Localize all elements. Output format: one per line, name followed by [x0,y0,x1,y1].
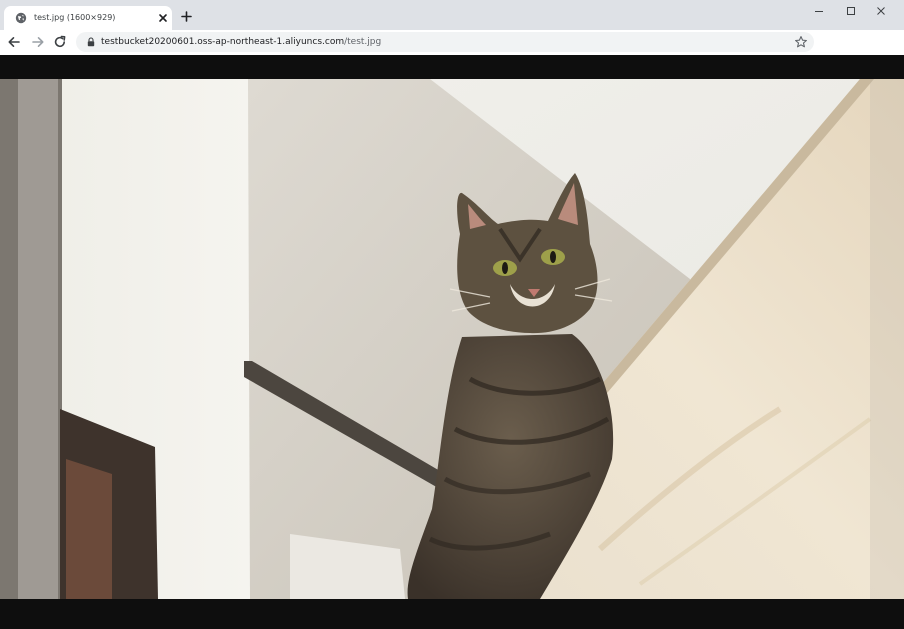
lock-icon[interactable] [87,37,95,47]
tab-strip: test.jpg (1600×929) [0,0,904,30]
browser-chrome: test.jpg (1600×929) testbucket20200601.o… [0,0,904,56]
arrow-left-icon[interactable] [7,35,21,49]
address-bar[interactable]: testbucket20200601.oss-ap-northeast-1.al… [76,32,814,52]
displayed-image[interactable] [0,79,904,599]
browser-tab[interactable]: test.jpg (1600×929) [4,6,172,30]
minimize-icon[interactable] [811,3,827,19]
door-panel [66,459,112,599]
plus-icon[interactable] [180,10,193,23]
arrow-right-icon[interactable] [31,35,45,49]
url-text[interactable]: testbucket20200601.oss-ap-northeast-1.al… [101,36,381,48]
reload-icon[interactable] [53,35,67,49]
star-icon[interactable] [794,35,808,49]
close-icon[interactable] [873,3,889,19]
right-frame [870,79,904,599]
url-path: /test.jpg [344,37,382,47]
close-icon[interactable] [157,12,169,24]
tab-title: test.jpg (1600×929) [34,13,116,22]
maximize-icon[interactable] [843,3,859,19]
door-frame-highlight [18,79,58,599]
url-host: testbucket20200601.oss-ap-northeast-1.al… [101,37,345,47]
browser-toolbar: testbucket20200601.oss-ap-northeast-1.al… [0,30,904,56]
globe-icon [15,12,27,24]
